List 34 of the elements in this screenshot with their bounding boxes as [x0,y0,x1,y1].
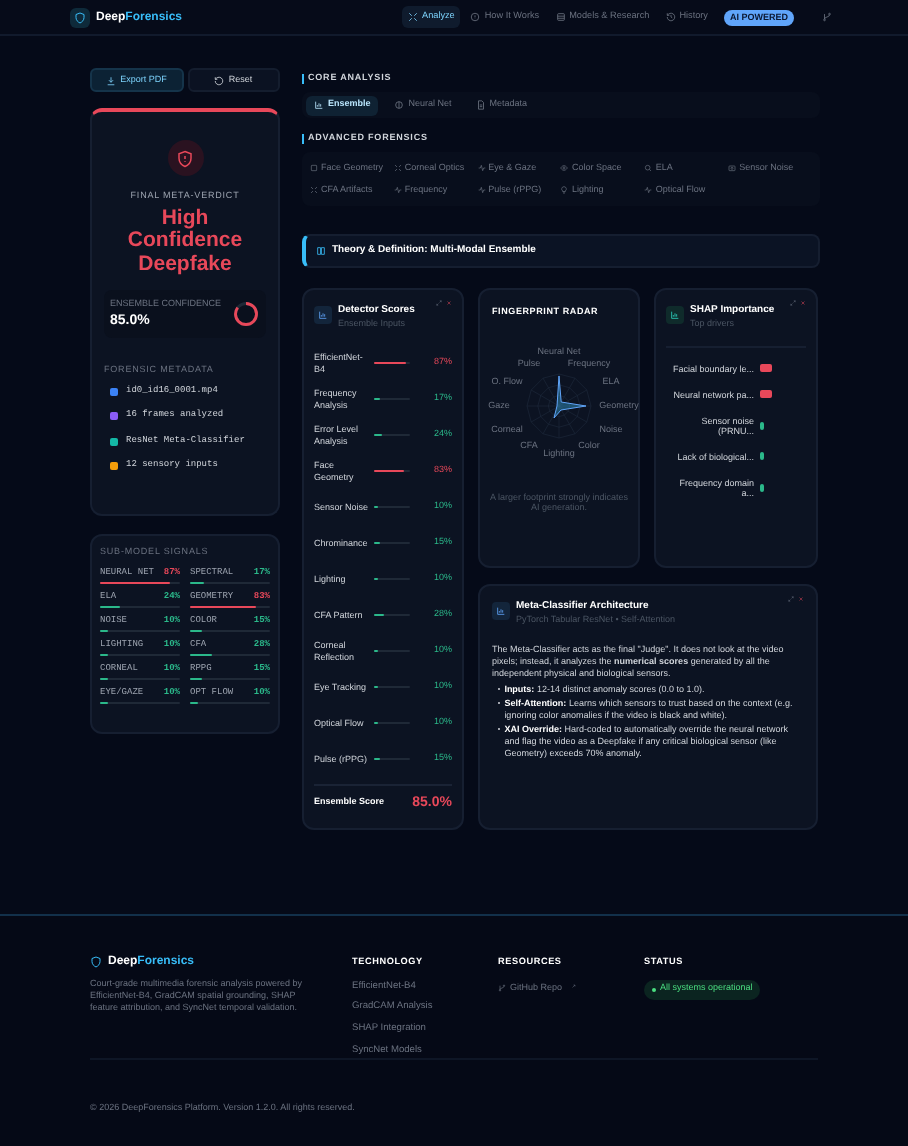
pulse-icon [477,185,486,194]
search-icon [644,164,653,173]
logo-icon [70,7,90,27]
circle-icon [394,100,405,110]
document-icon [475,100,486,110]
scan-icon [393,164,402,173]
scan-icon [408,12,419,22]
expand-button[interactable] [790,300,796,306]
chart-icon [314,306,332,324]
shield-icon [90,956,102,968]
square-icon [310,164,318,173]
reset-icon [214,75,225,85]
branch-icon[interactable] [822,12,832,22]
chart-icon [492,602,510,620]
info-icon [470,12,481,22]
close-button[interactable] [798,596,804,602]
eye-icon [560,164,569,173]
pulse-icon [644,185,653,194]
expand-button[interactable] [788,596,794,602]
camera-icon [728,164,737,173]
branch-icon [498,983,506,992]
close-button[interactable] [800,300,806,306]
expand-button[interactable] [436,300,442,306]
pulse-icon [477,164,486,173]
verdict-title: High Confidence Deepfake [125,207,245,276]
bulb-icon [560,185,569,194]
chart-icon [314,100,324,110]
close-button[interactable] [446,300,452,306]
chart-icon [666,306,684,324]
history-icon [665,12,676,22]
pulse-icon [393,185,402,194]
alert-shield-icon [167,140,203,176]
download-icon [106,75,117,85]
database-icon [555,12,566,22]
